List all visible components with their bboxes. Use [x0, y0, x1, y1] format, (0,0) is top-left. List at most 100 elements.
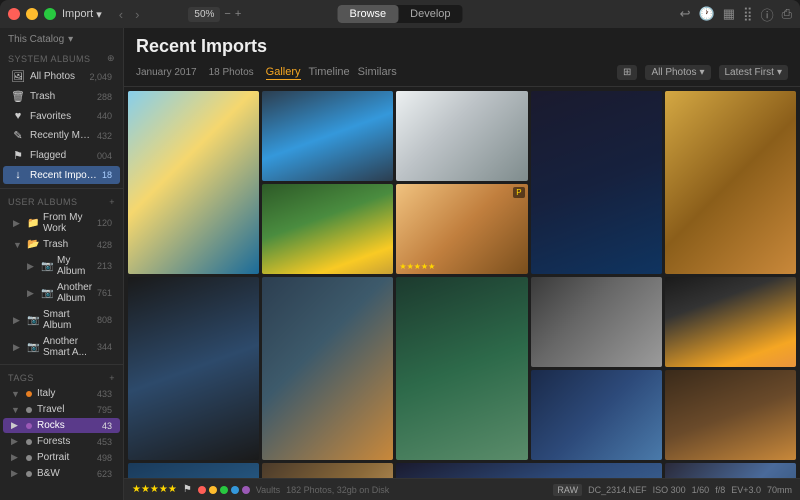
- rating-stars[interactable]: ★★★★★: [132, 484, 177, 495]
- smart-album-icon: 📷: [27, 315, 39, 326]
- my-album-count: 213: [97, 261, 112, 271]
- vault-disk-info: 182 Photos, 32gb on Disk: [286, 485, 389, 495]
- sidebar-tag-italy[interactable]: ▼ Italy 433: [3, 386, 120, 401]
- photo-cell-10[interactable]: [396, 277, 527, 460]
- label-red[interactable]: [198, 486, 206, 494]
- sidebar-item-all-photos[interactable]: 🖼 All Photos 2,049: [3, 67, 120, 86]
- sidebar-tag-rocks[interactable]: ▶ Rocks 43: [3, 418, 120, 433]
- meta-count: 18 Photos: [209, 67, 254, 78]
- grid-size-button[interactable]: ⊞: [617, 65, 637, 80]
- minimize-button[interactable]: [26, 8, 38, 20]
- history-icon: 🕐: [699, 6, 715, 22]
- recent-imports-icon: ↓: [11, 169, 25, 181]
- photo-cell-13[interactable]: [531, 370, 662, 460]
- sidebar-tag-forests[interactable]: ▶ Forests 453: [3, 434, 120, 449]
- user-albums-header: User Albums +: [0, 193, 123, 209]
- sidebar-item-another-smart[interactable]: ▶ 📷 Another Smart A... 344: [3, 334, 120, 360]
- sidebar-item-from-my-work[interactable]: ▶ 📁 From My Work 120: [3, 210, 120, 236]
- add-album-icon[interactable]: ⊕: [107, 53, 115, 64]
- tab-gallery[interactable]: Gallery: [266, 66, 301, 80]
- zoom-plus-button[interactable]: +: [235, 8, 241, 20]
- photo-cell-17[interactable]: [665, 463, 796, 478]
- photo-cell-12[interactable]: [665, 277, 796, 367]
- main-layout: This Catalog ▾ System Albums ⊕ 🖼 All Pho…: [0, 28, 800, 500]
- divider-1: [0, 188, 123, 189]
- zoom-minus-button[interactable]: −: [224, 8, 230, 20]
- sidebar-item-recent-imports[interactable]: ↓ Recent Imports 18: [3, 166, 120, 184]
- sidebar-item-favorites[interactable]: ♥ Favorites 440: [3, 107, 120, 125]
- grid-view-icon[interactable]: ▦: [723, 6, 735, 22]
- close-button[interactable]: [8, 8, 20, 20]
- titlebar-right: ↩ 🕐 ▦ ⣿ ⓘ ⎙: [680, 5, 792, 24]
- flagged-label: Flagged: [30, 150, 92, 161]
- photo-cell-2[interactable]: [262, 91, 393, 181]
- flagged-icon: ⚑: [11, 149, 25, 162]
- tab-browse[interactable]: Browse: [337, 5, 398, 23]
- tab-timeline[interactable]: Timeline: [309, 66, 350, 80]
- label-purple[interactable]: [242, 486, 250, 494]
- my-album-arrow: ▶: [27, 261, 37, 272]
- tab-develop[interactable]: Develop: [398, 5, 462, 23]
- recently-modified-icon: ✎: [11, 129, 25, 142]
- sidebar-tag-portrait[interactable]: ▶ Portrait 498: [3, 450, 120, 465]
- filter-all-photos-button[interactable]: All Photos ▾: [645, 65, 710, 80]
- portrait-tag-dot: [26, 455, 32, 461]
- photo-cell-3[interactable]: [396, 91, 527, 181]
- forests-tag-dot: [26, 439, 32, 445]
- info-icon[interactable]: ⓘ: [761, 5, 774, 24]
- label-yellow[interactable]: [209, 486, 217, 494]
- add-user-album-icon[interactable]: +: [109, 197, 115, 207]
- iso-value: ISO 300: [653, 485, 686, 495]
- sidebar-item-my-album[interactable]: ▶ 📷 My Album 213: [3, 253, 120, 279]
- sort-button[interactable]: Latest First ▾: [719, 65, 789, 80]
- sidebar-tag-bw[interactable]: ▶ B&W 623: [3, 466, 120, 481]
- trash-folder-count: 428: [97, 240, 112, 250]
- tab-similars[interactable]: Similars: [358, 66, 397, 80]
- catalog-selector[interactable]: This Catalog ▾: [0, 28, 123, 49]
- aperture-value: f/8: [715, 485, 725, 495]
- smart-album-arrow: ▶: [13, 315, 23, 326]
- travel-tag-dot: [26, 407, 32, 413]
- from-my-work-label: From My Work: [43, 212, 93, 234]
- trash-count: 288: [97, 92, 112, 102]
- photo-badge-7: P: [513, 187, 524, 198]
- label-blue[interactable]: [231, 486, 239, 494]
- sidebar-item-recently-modified[interactable]: ✎ Recently Modified 432: [3, 126, 120, 145]
- undo-icon[interactable]: ↩: [680, 6, 691, 22]
- maximize-button[interactable]: [44, 8, 56, 20]
- photo-cell-1[interactable]: [128, 91, 259, 274]
- sidebar-tag-travel[interactable]: ▼ Travel 795: [3, 402, 120, 417]
- photo-cell-7[interactable]: ★★★★★ P: [396, 184, 527, 274]
- sidebar-item-flagged[interactable]: ⚑ Flagged 004: [3, 146, 120, 165]
- photo-cell-9[interactable]: [262, 277, 393, 460]
- flagged-count: 004: [97, 151, 112, 161]
- photo-cell-14[interactable]: [128, 463, 259, 478]
- photo-cell-11[interactable]: [531, 277, 662, 367]
- photo-cell-5[interactable]: [665, 91, 796, 274]
- from-my-work-arrow: ▶: [13, 218, 23, 229]
- sidebar-item-another-album[interactable]: ▶ 📷 Another Album 761: [3, 280, 120, 306]
- photo-cell-6[interactable]: [262, 184, 393, 274]
- catalog-chevron-icon: ▾: [68, 34, 73, 45]
- lens-value: 70mm: [767, 485, 792, 495]
- share-icon[interactable]: ⎙: [782, 6, 792, 22]
- photo-cell-18[interactable]: [665, 370, 796, 460]
- sidebar-item-trash-folder[interactable]: ▼ 📂 Trash 428: [3, 237, 120, 252]
- smart-album-label: Smart Album: [43, 309, 93, 331]
- columns-icon[interactable]: ⣿: [743, 6, 753, 22]
- back-button[interactable]: ‹: [116, 7, 126, 22]
- import-label: Import: [62, 8, 93, 20]
- photo-cell-4[interactable]: [531, 91, 662, 274]
- import-button[interactable]: Import ▾: [62, 8, 102, 21]
- smart-album-count: 808: [97, 315, 112, 325]
- photo-cell-16[interactable]: [396, 463, 661, 478]
- add-tag-icon[interactable]: +: [109, 373, 115, 383]
- sidebar-item-trash[interactable]: 🗑 Trash 288: [3, 87, 120, 106]
- filter-chevron-icon: ▾: [699, 67, 704, 78]
- sidebar-item-smart-album[interactable]: ▶ 📷 Smart Album 808: [3, 307, 120, 333]
- forward-button[interactable]: ›: [132, 7, 142, 22]
- photo-cell-15[interactable]: [262, 463, 393, 478]
- flag-icon[interactable]: ⚑: [183, 484, 192, 495]
- label-green[interactable]: [220, 486, 228, 494]
- photo-cell-8[interactable]: [128, 277, 259, 460]
